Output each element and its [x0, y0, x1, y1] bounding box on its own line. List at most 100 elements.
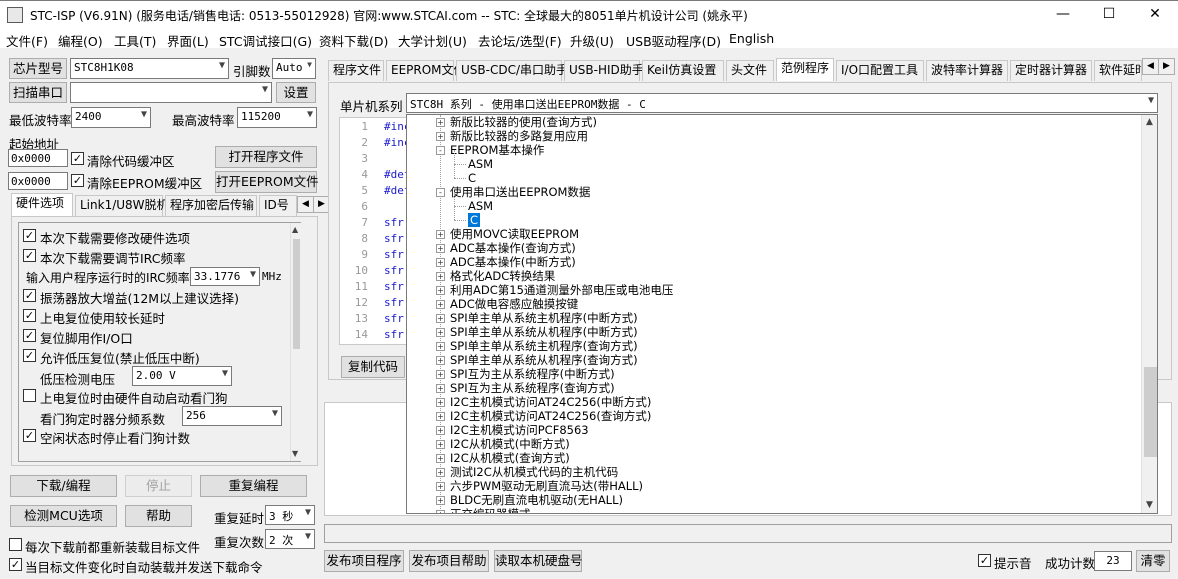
stop-button[interactable]: 停止	[125, 475, 192, 497]
tree-item[interactable]: 利用ADC第15通道测量外部电压或电池电压	[450, 283, 673, 297]
tree-item[interactable]: 六步PWM驱动无刷直流马达(带HALL)	[450, 479, 643, 493]
expand-icon[interactable]: +	[436, 370, 445, 379]
tree-item[interactable]: SPI单主单从系统主机程序(中断方式)	[450, 311, 638, 325]
expand-icon[interactable]: +	[436, 314, 445, 323]
tab-software-delay[interactable]: 软件延时	[1094, 60, 1142, 81]
expand-icon[interactable]: +	[436, 342, 445, 351]
expand-icon[interactable]: +	[436, 468, 445, 477]
min-baud-select[interactable]: 2400 ▼	[71, 107, 151, 128]
menu-debug[interactable]: STC调试接口(G)	[219, 31, 312, 50]
max-baud-select[interactable]: 115200 ▼	[237, 107, 317, 128]
help-button[interactable]: 帮助	[125, 505, 192, 527]
tab-link1-offline[interactable]: Link1/U8W脱机	[75, 195, 169, 216]
detect-mcu-button[interactable]: 检测MCU选项	[10, 505, 117, 527]
tree-item[interactable]: SPI单主单从系统从机程序(查询方式)	[450, 353, 638, 367]
menu-upgrade[interactable]: 升级(U)	[570, 31, 614, 50]
collapse-icon[interactable]: -	[436, 188, 445, 197]
tree-item[interactable]: C	[468, 213, 481, 227]
pin-count-select[interactable]: Auto ▼	[272, 58, 316, 79]
tree-item[interactable]: I2C从机模式(中断方式)	[450, 437, 570, 451]
menu-download[interactable]: 资料下载(D)	[319, 31, 388, 50]
expand-icon[interactable]: +	[436, 440, 445, 449]
reprogram-button[interactable]: 重复编程	[200, 475, 307, 497]
tree-item[interactable]: SPI互为主从系统程序(查询方式)	[450, 381, 615, 395]
clear-count-button[interactable]: 清零	[1136, 550, 1170, 572]
code-editor[interactable]: 1 #inc 2 #inc 3 4 #def 5 #def 6 7 sfr 8 sfr 9 sfr 10 sfr 1…	[339, 117, 409, 345]
tab-id[interactable]: ID号	[259, 195, 297, 216]
scroll-up-icon[interactable]: ▲	[1146, 117, 1153, 127]
tab-usb-cdc[interactable]: USB-CDC/串口助手	[456, 60, 568, 81]
wdt-auto-checkbox[interactable]	[23, 389, 36, 402]
close-button[interactable]: ✕	[1132, 1, 1178, 29]
open-program-file-button[interactable]: 打开程序文件	[215, 146, 317, 168]
tree-item[interactable]: ADC做电容感应触摸按键	[450, 297, 578, 311]
tree-item[interactable]: BLDC无刷直流电机驱动(无HALL)	[450, 493, 623, 507]
tree-item[interactable]: ADC基本操作(中断方式)	[450, 255, 576, 269]
tree-item[interactable]: ADC基本操作(查询方式)	[450, 241, 576, 255]
tree-scrollbar[interactable]: ▲ ▼	[1141, 115, 1157, 513]
reload-each-checkbox[interactable]	[9, 538, 22, 551]
tree-item[interactable]: 正交编码器模式	[450, 507, 531, 513]
tab-examples[interactable]: 范例程序	[776, 58, 834, 81]
tab-header-file[interactable]: 头文件	[726, 60, 774, 81]
tree-item[interactable]: 新版比较器的多路复用应用	[450, 129, 588, 143]
irc-freq-select[interactable]: 33.1776 ▼	[190, 267, 260, 286]
expand-icon[interactable]: +	[436, 230, 445, 239]
expand-icon[interactable]: +	[436, 328, 445, 337]
expand-icon[interactable]: +	[436, 244, 445, 253]
hint-sound-checkbox[interactable]: ✓	[978, 554, 991, 567]
menu-interface[interactable]: 界面(L)	[167, 31, 209, 50]
tree-item[interactable]: ASM	[468, 157, 493, 171]
modify-hw-checkbox[interactable]: ✓	[23, 229, 36, 242]
tree-item[interactable]: SPI互为主从系统程序(中断方式)	[450, 367, 615, 381]
scroll-thumb[interactable]	[293, 239, 300, 349]
expand-icon[interactable]: +	[436, 384, 445, 393]
tab-eeprom-file[interactable]: EEPROM文件	[386, 60, 466, 81]
scroll-up-icon[interactable]: ▲	[292, 225, 298, 234]
tree-item[interactable]: I2C主机模式访问AT24C256(查询方式)	[450, 409, 651, 423]
tree-item[interactable]: 新版比较器的使用(查询方式)	[450, 115, 597, 129]
example-tree[interactable]: + 新版比较器的使用(查询方式) + 新版比较器的多路复用应用 - EEPROM基本操作 A…	[406, 114, 1158, 514]
tree-item[interactable]: SPI单主单从系统主机程序(查询方式)	[450, 339, 638, 353]
eeprom-address-input[interactable]: 0x0000	[8, 172, 68, 190]
tab-program-file[interactable]: 程序文件	[328, 60, 384, 81]
expand-icon[interactable]: +	[436, 496, 445, 505]
maximize-button[interactable]: ☐	[1086, 1, 1132, 29]
clear-code-checkbox[interactable]: ✓	[71, 152, 84, 165]
options-scrollbar[interactable]: ▲ ▼	[290, 223, 301, 461]
tab-usb-hid[interactable]: USB-HID助手	[564, 60, 644, 81]
expand-icon[interactable]: +	[436, 272, 445, 281]
expand-icon[interactable]: +	[436, 482, 445, 491]
scroll-down-icon[interactable]: ▼	[1146, 500, 1153, 510]
idle-wdt-checkbox[interactable]: ✓	[23, 429, 36, 442]
collapse-icon[interactable]: -	[436, 146, 445, 155]
publish-project-button[interactable]: 发布项目程序	[324, 550, 404, 572]
tab-io-config[interactable]: I/O口配置工具	[836, 60, 924, 81]
menu-english[interactable]: English	[729, 31, 774, 46]
reset-pin-io-checkbox[interactable]: ✓	[23, 329, 36, 342]
expand-icon[interactable]: +	[436, 132, 445, 141]
tree-item[interactable]: ASM	[468, 199, 493, 213]
expand-icon[interactable]: +	[436, 118, 445, 127]
tab-scroll-left-icon[interactable]: ◀	[297, 196, 314, 213]
tree-item[interactable]: 使用串口送出EEPROM数据	[450, 185, 590, 199]
lvd-select[interactable]: 2.00 V ▼	[132, 366, 232, 386]
long-reset-delay-checkbox[interactable]: ✓	[23, 309, 36, 322]
adjust-irc-checkbox[interactable]: ✓	[23, 249, 36, 262]
chip-type-select[interactable]: STC8H1K08 ▼	[70, 58, 229, 79]
expand-icon[interactable]: +	[436, 356, 445, 365]
low-voltage-reset-checkbox[interactable]: ✓	[23, 349, 36, 362]
copy-code-button[interactable]: 复制代码	[341, 356, 405, 378]
menu-program[interactable]: 编程(O)	[58, 31, 103, 50]
osc-gain-checkbox[interactable]: ✓	[23, 289, 36, 302]
open-eeprom-file-button[interactable]: 打开EEPROM文件	[215, 171, 319, 193]
expand-icon[interactable]: +	[436, 300, 445, 309]
tree-item[interactable]: SPI单主单从系统从机程序(中断方式)	[450, 325, 638, 339]
tree-item[interactable]: I2C从机模式(查询方式)	[450, 451, 570, 465]
settings-button[interactable]: 设置	[276, 82, 316, 103]
expand-icon[interactable]: +	[436, 398, 445, 407]
expand-icon[interactable]: +	[436, 510, 445, 513]
scan-port-button[interactable]: 扫描串口	[9, 82, 67, 103]
download-program-button[interactable]: 下载/编程	[10, 475, 117, 497]
tree-item[interactable]: 使用MOVC读取EEPROM	[450, 227, 579, 241]
